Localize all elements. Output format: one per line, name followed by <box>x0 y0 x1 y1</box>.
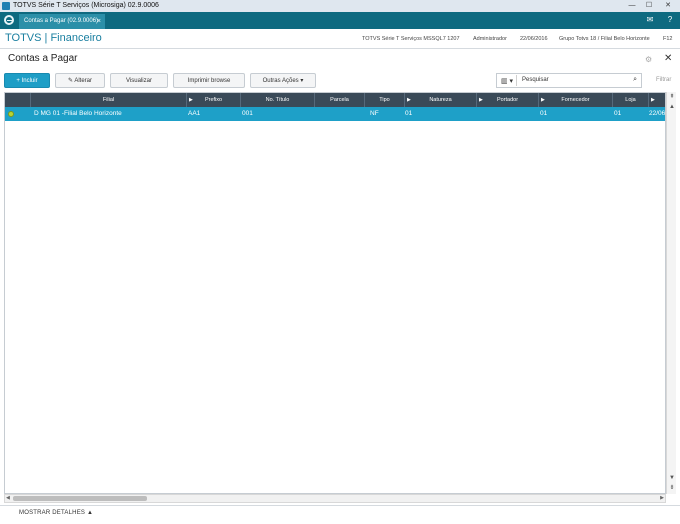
scroll-left-button[interactable]: ◀ <box>6 495 10 501</box>
module-title: TOTVS | Financeiro <box>5 32 102 44</box>
column-menu-arrow-icon[interactable]: ▶ <box>407 93 411 107</box>
search-box: ▥ ▾ Pesquisar ⌕ <box>496 73 642 88</box>
column-header-more[interactable]: ▶ <box>649 93 665 107</box>
scroll-bottom-button[interactable]: ⇟ <box>668 484 676 492</box>
column-header-loja[interactable]: Loja <box>613 93 649 107</box>
visualizar-button[interactable]: Visualizar <box>110 73 168 88</box>
column-label: Tipo <box>379 97 390 103</box>
column-header-filial[interactable]: Filial <box>31 93 187 107</box>
column-header-portador[interactable]: ▶ Portador <box>477 93 539 107</box>
cell-fornecedor[interactable]: 01 <box>540 107 610 121</box>
app-icon <box>2 2 10 10</box>
alterar-button[interactable]: ✎ Alterar <box>55 73 105 88</box>
outras-acoes-dropdown[interactable]: Outras Ações ▾ <box>250 73 316 88</box>
grid-header: Filial ▶ Prefixo No. Título Parcela Tipo… <box>5 93 665 107</box>
page-title: Contas a Pagar <box>8 53 78 64</box>
cell-loja[interactable]: 01 <box>614 107 646 121</box>
column-label: Parcela <box>330 97 349 103</box>
vertical-scrollbar[interactable]: ⇞ ▲ ▼ ⇟ <box>666 92 676 494</box>
company-info: Grupo Totvs 18 / Filial Belo Horizonte <box>559 36 650 42</box>
column-label: No. Título <box>265 97 290 103</box>
scroll-top-button[interactable]: ⇞ <box>668 93 676 101</box>
mostrar-detalhes-toggle[interactable]: MOSTRAR DETALHES ▲ <box>19 510 93 516</box>
column-header-natureza[interactable]: ▶ Natureza <box>405 93 477 107</box>
cell-prefixo[interactable]: AA1 <box>188 107 238 121</box>
column-label: Natureza <box>429 97 452 103</box>
tab-contas-a-pagar[interactable]: Contas a Pagar (02.9.0006) × <box>19 14 105 29</box>
horizontal-scroll-thumb[interactable] <box>13 496 147 501</box>
module-bar: TOTVS | Financeiro TOTVS Série T Serviço… <box>0 29 680 49</box>
cell-filial[interactable]: D MG 01 -Filial Belo Horizonte <box>34 107 184 121</box>
help-icon[interactable]: ? <box>665 15 675 25</box>
tab-close-icon[interactable]: × <box>97 14 101 29</box>
column-menu-arrow-icon[interactable]: ▶ <box>189 93 193 107</box>
shortcut-info[interactable]: F12 <box>663 36 672 42</box>
column-menu-arrow-icon[interactable]: ▶ <box>651 93 655 107</box>
user-info: Administrador <box>473 36 507 42</box>
window-title: TOTVS Série T Serviços (Microsiga) 02.9.… <box>13 2 159 9</box>
table-row[interactable]: D MG 01 -Filial Belo Horizonte AA1 001 N… <box>5 107 665 121</box>
minimize-button[interactable]: — <box>625 1 639 10</box>
column-header-parcela[interactable]: Parcela <box>315 93 365 107</box>
column-label: Loja <box>625 97 636 103</box>
column-header-titulo[interactable]: No. Título <box>241 93 315 107</box>
titles-grid: Filial ▶ Prefixo No. Título Parcela Tipo… <box>4 92 666 494</box>
column-label: Portador <box>496 97 519 103</box>
scroll-up-button[interactable]: ▲ <box>668 103 676 111</box>
search-input[interactable]: Pesquisar <box>522 77 549 83</box>
column-label: Filial <box>102 97 115 103</box>
bottom-bar: MOSTRAR DETALHES ▲ <box>0 505 680 524</box>
search-icon[interactable]: ⌕ <box>633 76 637 84</box>
column-menu-arrow-icon[interactable]: ▶ <box>479 93 483 107</box>
scroll-right-button[interactable]: ▶ <box>660 495 664 501</box>
column-header-fornecedor[interactable]: ▶ Fornecedor <box>539 93 613 107</box>
imprimir-browse-button[interactable]: Imprimir browse <box>173 73 245 88</box>
scroll-down-button[interactable]: ▼ <box>668 474 676 482</box>
cell-tipo[interactable]: NF <box>370 107 402 121</box>
date-info: 22/06/2016 <box>520 36 548 42</box>
cell-parcela[interactable] <box>316 107 362 121</box>
horizontal-scrollbar[interactable]: ◀ ▶ <box>4 494 666 503</box>
column-label: Prefixo <box>204 97 223 103</box>
app-topbar: Contas a Pagar (02.9.0006) × ✉ ? <box>0 12 680 29</box>
grid-header-legend <box>5 93 31 107</box>
cell-emissao[interactable]: 22/06 <box>649 107 665 121</box>
status-legend-icon[interactable] <box>8 111 14 117</box>
cell-portador[interactable] <box>478 107 536 121</box>
totvs-logo-icon[interactable] <box>4 15 14 25</box>
tab-label: Contas a Pagar (02.9.0006) <box>24 18 99 24</box>
cell-natureza[interactable]: 01 <box>405 107 473 121</box>
close-window-button[interactable]: ✕ <box>660 1 676 10</box>
column-header-tipo[interactable]: Tipo <box>365 93 405 107</box>
filtrar-link[interactable]: Filtrar <box>656 77 671 83</box>
gear-icon[interactable]: ⚙ <box>645 55 652 64</box>
close-page-icon[interactable]: ✕ <box>664 53 672 64</box>
incluir-button[interactable]: + Incluir <box>4 73 50 88</box>
mail-icon[interactable]: ✉ <box>645 15 655 25</box>
environment-info: TOTVS Série T Serviços MSSQL7 1207 <box>362 36 460 42</box>
columns-icon[interactable]: ▥ ▾ <box>501 77 513 85</box>
cell-titulo[interactable]: 001 <box>242 107 312 121</box>
search-divider <box>516 75 517 86</box>
maximize-button[interactable]: ☐ <box>642 1 656 10</box>
column-header-prefixo[interactable]: ▶ Prefixo <box>187 93 241 107</box>
column-menu-arrow-icon[interactable]: ▶ <box>541 93 545 107</box>
column-label: Fornecedor <box>561 97 590 103</box>
